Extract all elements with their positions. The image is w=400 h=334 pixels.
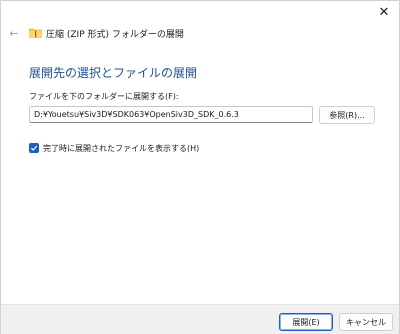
extract-dialog-window: ✕ ← 圧縮 (ZIP 形式) フォルダーの展開 展開先の選択とファイルの展開 … [0, 0, 400, 334]
page-heading: 展開先の選択とファイルの展開 [29, 66, 198, 80]
cancel-button[interactable]: キャンセル [339, 313, 393, 331]
back-arrow-icon: ← [9, 26, 19, 40]
checkmark-icon [30, 145, 38, 151]
zip-folder-icon [29, 28, 42, 38]
show-files-checkbox[interactable] [29, 143, 39, 153]
extract-button[interactable]: 展開(E) [279, 313, 333, 331]
dialog-footer: 展開(E) キャンセル [1, 304, 399, 334]
show-files-label: 完了時に展開されたファイルを表示する(H) [43, 143, 200, 153]
close-button[interactable]: ✕ [371, 1, 397, 23]
back-button[interactable]: ← [7, 26, 21, 40]
destination-label: ファイルを下のフォルダーに展開する(F): [29, 92, 179, 101]
dialog-title: 圧縮 (ZIP 形式) フォルダーの展開 [46, 30, 184, 40]
browse-button[interactable]: 参照(R)... [319, 106, 375, 124]
close-icon: ✕ [378, 4, 390, 20]
show-files-option[interactable]: 完了時に展開されたファイルを表示する(H) [29, 142, 199, 154]
dialog-header: ← 圧縮 (ZIP 形式) フォルダーの展開 [1, 23, 399, 43]
destination-path-input[interactable] [29, 106, 313, 123]
